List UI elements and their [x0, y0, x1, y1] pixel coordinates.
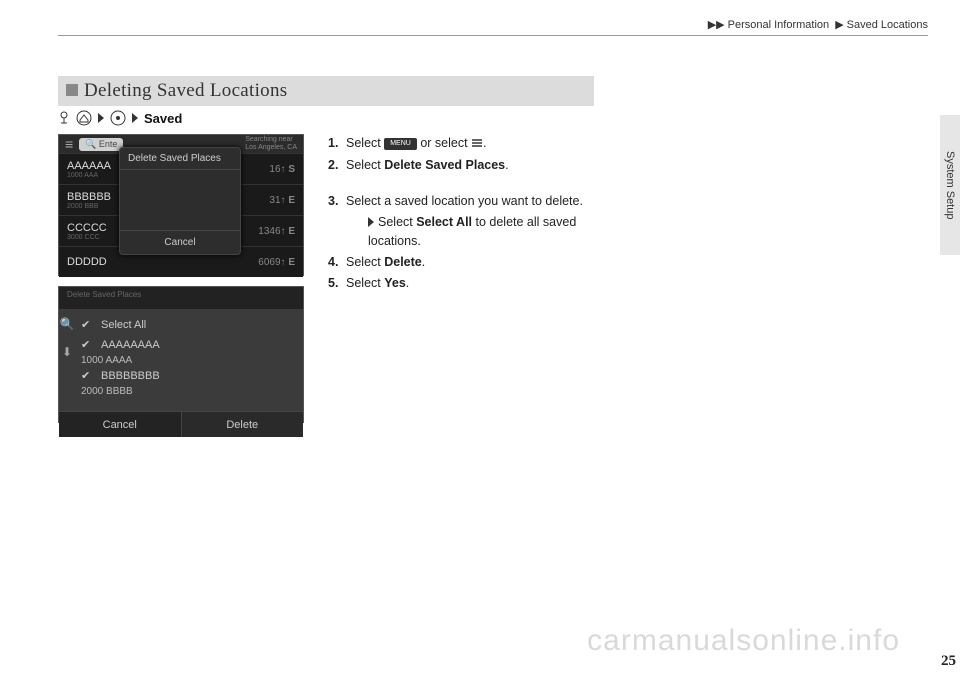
breadcrumb: ▶▶Personal Information ▶Saved Locations	[58, 18, 928, 36]
list-item[interactable]: ✔BBBBBBBB	[81, 366, 299, 386]
list-sub: 1000 AAAA	[81, 355, 132, 366]
voice-icon	[58, 111, 70, 125]
home-icon	[76, 110, 92, 126]
screenshot-saved-list: ≡ 🔍 Ente Searching nearLos Angeles, CA A…	[58, 134, 304, 276]
scroll-down-icon[interactable]: ⬇	[62, 345, 72, 359]
list-item[interactable]: ✔AAAAAAAA	[81, 335, 299, 355]
searching-near: Searching nearLos Angeles, CA	[245, 136, 297, 152]
breadcrumb-level2: Saved Locations	[847, 19, 928, 31]
delete-button[interactable]: Delete	[182, 411, 304, 437]
section-title: Deleting Saved Locations	[84, 80, 287, 101]
cancel-button[interactable]: Cancel	[59, 411, 182, 437]
nav-path: Saved	[58, 110, 928, 126]
watermark: carmanualsonline.info	[587, 624, 900, 658]
section-header: Deleting Saved Locations	[58, 76, 594, 106]
dialog-cancel-button[interactable]: Cancel	[120, 230, 240, 254]
page-number: 25	[941, 653, 956, 670]
breadcrumb-level1: Personal Information	[728, 19, 830, 31]
screenshot-delete-places: Delete Saved Places 🔍 ⬇ ✔Select All ✔AAA…	[58, 286, 304, 423]
hamburger-inline-icon	[471, 135, 483, 153]
dialog-title[interactable]: Delete Saved Places	[120, 148, 240, 170]
delete-header: Delete Saved Places	[59, 287, 303, 309]
arrow-icon	[368, 217, 374, 227]
check-icon: ✔	[81, 338, 95, 352]
instructions: 1. Select MENU or select . 2.Select Dele…	[328, 134, 588, 295]
arrow-icon	[98, 113, 104, 123]
search-input[interactable]: 🔍 Ente	[79, 138, 123, 151]
path-saved: Saved	[144, 111, 182, 126]
arrow-icon	[132, 113, 138, 123]
list-sub: 2000 BBBB	[81, 386, 133, 397]
section-square-icon	[66, 84, 78, 96]
select-all-row[interactable]: ✔Select All	[81, 315, 299, 335]
hamburger-icon[interactable]: ≡	[65, 136, 73, 152]
delete-saved-dialog: Delete Saved Places Cancel	[119, 147, 241, 255]
search-icon[interactable]: 🔍	[60, 317, 75, 331]
check-icon: ✔	[81, 369, 95, 383]
check-icon: ✔	[81, 318, 95, 332]
menu-button-icon: MENU	[384, 138, 417, 150]
side-tab: System Setup	[940, 115, 960, 255]
nav-target-icon	[110, 110, 126, 126]
